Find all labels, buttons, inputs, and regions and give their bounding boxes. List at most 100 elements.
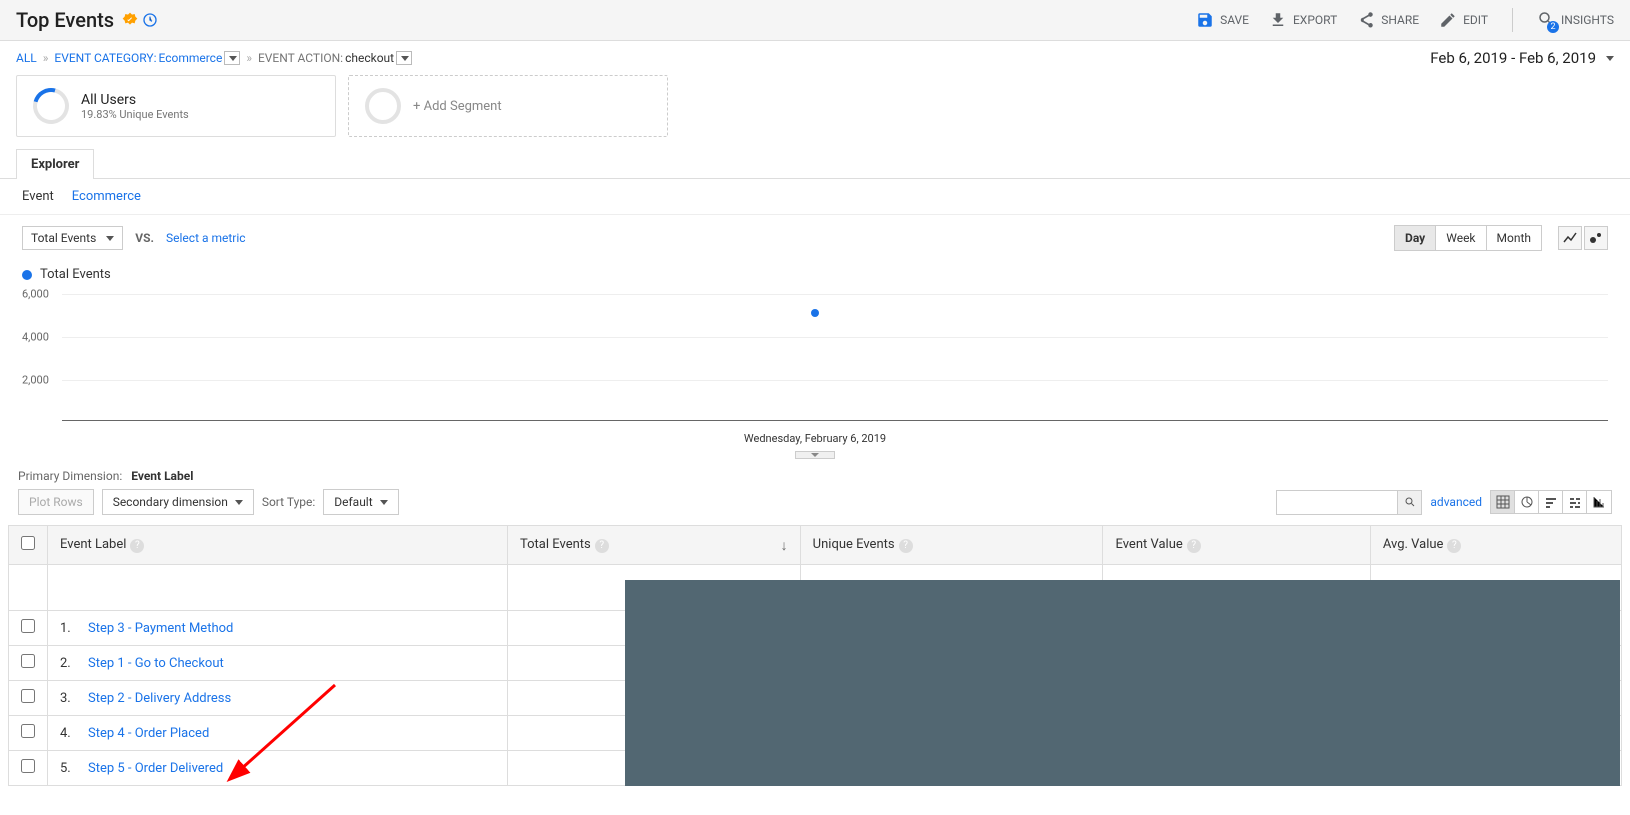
view-table-icon[interactable] <box>1491 491 1515 513</box>
save-button[interactable]: SAVE <box>1196 11 1249 29</box>
metric-row: Total Events VS. Select a metric Day Wee… <box>0 215 1630 261</box>
select-metric-link[interactable]: Select a metric <box>166 231 246 245</box>
row-checkbox[interactable] <box>21 619 35 633</box>
ytick: 2,000 <box>22 374 49 387</box>
segment-chart-icon <box>26 81 75 130</box>
crumb-action-value: checkout <box>345 51 394 65</box>
crumb-category-dropdown[interactable] <box>224 51 240 65</box>
legend-dot <box>22 270 32 280</box>
row-checkbox[interactable] <box>21 724 35 738</box>
help-icon[interactable]: ? <box>1187 539 1201 553</box>
search-icon <box>1404 496 1416 508</box>
row-link[interactable]: Step 3 - Payment Method <box>88 621 233 636</box>
divider <box>1512 8 1513 32</box>
help-icon[interactable]: ? <box>130 539 144 553</box>
page-header: Top Events SAVE EXPORT SHARE EDIT 2 INSI… <box>0 0 1630 41</box>
export-icon <box>1269 11 1287 29</box>
ytick: 6,000 <box>22 288 49 301</box>
clock-icon <box>142 12 158 28</box>
help-icon[interactable]: ? <box>1447 539 1461 553</box>
view-pivot-icon[interactable] <box>1587 491 1611 513</box>
segments: All Users 19.83% Unique Events + Add Seg… <box>0 75 1630 149</box>
row-checkbox[interactable] <box>21 759 35 773</box>
insights-button[interactable]: 2 INSIGHTS <box>1537 10 1614 31</box>
col-event-label[interactable]: Event Label? <box>48 526 508 565</box>
row-link[interactable]: Step 5 - Order Delivered <box>88 761 223 776</box>
advanced-link[interactable]: advanced <box>1430 495 1482 509</box>
row-link[interactable]: Step 1 - Go to Checkout <box>88 656 224 671</box>
col-avg-value[interactable]: Avg. Value? <box>1370 526 1621 565</box>
chart-area: 6,000 4,000 2,000 <box>22 288 1608 428</box>
row-checkbox[interactable] <box>21 654 35 668</box>
view-comparison-icon[interactable] <box>1563 491 1587 513</box>
page-title: Top Events <box>16 8 114 32</box>
crumb-category-value[interactable]: Ecommerce <box>158 51 222 65</box>
header-badges <box>122 12 158 28</box>
sort-type-dropdown[interactable]: Default <box>323 489 398 515</box>
time-month[interactable]: Month <box>1487 225 1542 251</box>
chart-x-label: Wednesday, February 6, 2019 <box>0 428 1630 449</box>
crumb-all[interactable]: ALL <box>16 51 37 65</box>
subtab-event[interactable]: Event <box>22 189 54 204</box>
col-total-events[interactable]: Total Events?↓ <box>508 526 801 565</box>
segment-all-users[interactable]: All Users 19.83% Unique Events <box>16 75 336 137</box>
metric-dropdown[interactable]: Total Events <box>22 226 123 250</box>
col-unique-events[interactable]: Unique Events? <box>800 526 1103 565</box>
verified-icon <box>122 12 138 28</box>
time-toggle: Day Week Month <box>1394 225 1542 251</box>
chart-type-icons <box>1558 226 1608 250</box>
table-toolbar: Plot Rows Secondary dimension Sort Type:… <box>0 489 1630 525</box>
search-input[interactable] <box>1277 491 1397 514</box>
chart-motion-icon[interactable] <box>1584 226 1608 250</box>
sort-type-label: Sort Type: <box>262 495 315 509</box>
segment-subtitle: 19.83% Unique Events <box>81 108 189 121</box>
breadcrumb-row: ALL » EVENT CATEGORY: Ecommerce » EVENT … <box>0 41 1630 75</box>
help-icon[interactable]: ? <box>595 539 609 553</box>
chevron-down-icon <box>380 500 388 505</box>
chevron-down-icon <box>106 236 114 241</box>
share-button[interactable]: SHARE <box>1357 11 1419 29</box>
chart-legend: Total Events <box>0 261 1630 288</box>
view-pie-icon[interactable] <box>1515 491 1539 513</box>
sort-desc-icon: ↓ <box>781 537 788 554</box>
row-link[interactable]: Step 4 - Order Placed <box>88 726 209 741</box>
edit-button[interactable]: EDIT <box>1439 11 1488 29</box>
subtab-ecommerce[interactable]: Ecommerce <box>72 189 141 204</box>
help-icon[interactable]: ? <box>899 539 913 553</box>
tab-explorer[interactable]: Explorer <box>16 149 94 179</box>
row-checkbox[interactable] <box>21 689 35 703</box>
expand-chart-handle[interactable] <box>795 451 835 459</box>
subtabs: Event Ecommerce <box>0 179 1630 215</box>
view-bar-icon[interactable] <box>1539 491 1563 513</box>
secondary-dimension-dropdown[interactable]: Secondary dimension <box>102 489 254 515</box>
add-segment-icon <box>365 88 401 124</box>
ytick: 4,000 <box>22 331 49 344</box>
save-icon <box>1196 11 1214 29</box>
edit-icon <box>1439 11 1457 29</box>
export-button[interactable]: EXPORT <box>1269 11 1337 29</box>
header-actions: SAVE EXPORT SHARE EDIT 2 INSIGHTS <box>1196 8 1614 32</box>
time-week[interactable]: Week <box>1436 225 1486 251</box>
time-day[interactable]: Day <box>1394 225 1436 251</box>
plot-rows-button[interactable]: Plot Rows <box>18 489 94 515</box>
select-all-checkbox[interactable] <box>21 536 35 550</box>
chart-line-icon[interactable] <box>1558 226 1582 250</box>
search-button[interactable] <box>1397 491 1421 514</box>
crumb-category-label[interactable]: EVENT CATEGORY: <box>54 51 156 65</box>
row-link[interactable]: Step 2 - Delivery Address <box>88 691 231 706</box>
segment-title: All Users <box>81 92 189 108</box>
col-event-value[interactable]: Event Value? <box>1103 526 1370 565</box>
chart-data-point[interactable] <box>811 309 819 317</box>
date-range-picker[interactable]: Feb 6, 2019 - Feb 6, 2019 <box>1430 49 1614 67</box>
chevron-down-icon <box>1606 56 1614 61</box>
redaction-overlay <box>625 580 1620 786</box>
vs-label: VS. <box>135 231 154 245</box>
primary-dimension-value[interactable]: Event Label <box>131 469 193 483</box>
legend-label: Total Events <box>40 267 111 282</box>
insights-badge: 2 <box>1547 21 1559 33</box>
crumb-action-dropdown[interactable] <box>396 51 412 65</box>
add-segment-button[interactable]: + Add Segment <box>348 75 668 137</box>
crumb-action-label: EVENT ACTION: <box>258 51 343 65</box>
tab-row: Explorer <box>0 149 1630 179</box>
view-mode-icons <box>1490 490 1612 514</box>
